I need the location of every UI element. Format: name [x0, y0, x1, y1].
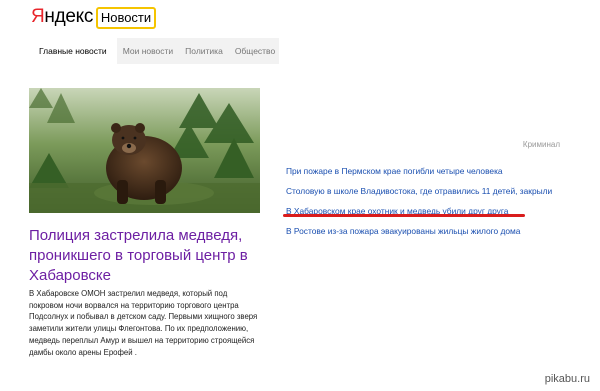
bear-photo[interactable]: [29, 88, 260, 213]
main-story-lead: В Хабаровске ОМОН застрелил медведя, кот…: [29, 289, 258, 357]
tab-main-news[interactable]: Главные новости: [29, 38, 117, 64]
red-highlight-underline: [283, 214, 525, 217]
main-story-headline[interactable]: Полиция застрелила медведя, проникшего в…: [29, 226, 260, 286]
logo-letter: Я: [31, 6, 45, 27]
related-news-list: При пожаре в Пермском крае погибли четыр…: [286, 166, 586, 246]
category-label[interactable]: Криминал: [523, 140, 560, 149]
bear-image: [29, 88, 260, 213]
news-link[interactable]: При пожаре в Пермском крае погибли четыр…: [286, 166, 586, 176]
tab-my-news[interactable]: Мои новости: [117, 38, 179, 64]
logo-text: ндекс: [44, 6, 94, 27]
news-link[interactable]: Столовую в школе Владивостока, где отрав…: [286, 186, 586, 196]
yandex-logo[interactable]: Яндекс: [31, 5, 93, 29]
news-link[interactable]: В Ростове из-за пожара эвакуированы жиль…: [286, 226, 586, 236]
section-tabs: Главные новости Мои новости Политика Общ…: [29, 38, 279, 64]
tab-politics[interactable]: Политика: [179, 38, 229, 64]
service-news-link[interactable]: Новости: [96, 7, 156, 29]
watermark: pikabu.ru: [544, 373, 590, 385]
tab-society[interactable]: Общество: [229, 38, 281, 64]
